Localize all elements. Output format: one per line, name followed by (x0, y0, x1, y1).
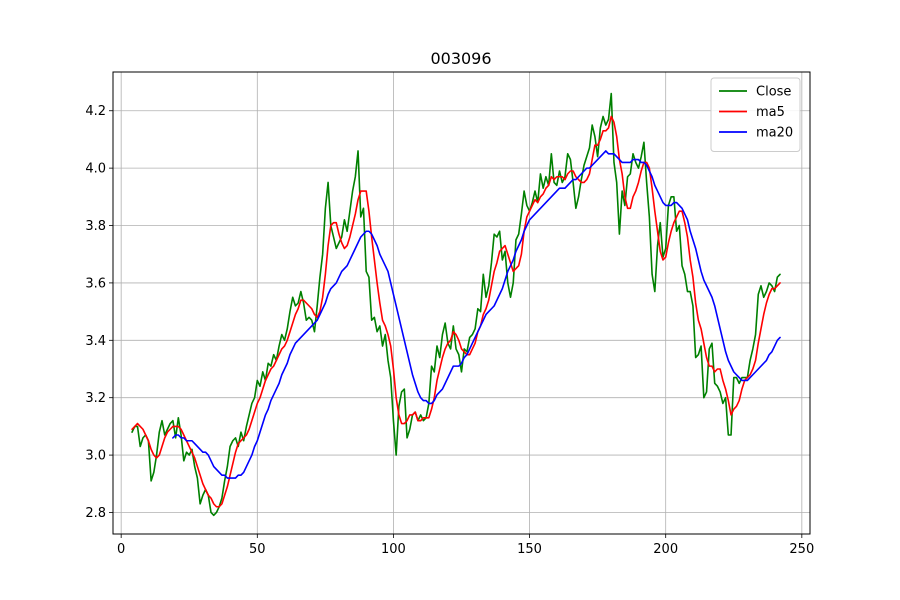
y-tick-label: 4.2 (85, 104, 106, 119)
y-tick-label: 4.0 (85, 162, 106, 177)
x-tick-label: 200 (653, 542, 678, 557)
legend-label-ma5: ma5 (756, 105, 785, 120)
y-tick-label: 3.0 (85, 449, 106, 464)
x-tick-label: 150 (517, 542, 542, 557)
y-tick-label: 2.8 (85, 506, 106, 521)
chart-title: 003096 (430, 49, 491, 68)
legend: Close ma5 ma20 (710, 77, 801, 152)
y-tick-label: 3.8 (85, 219, 106, 234)
y-tick-label: 3.4 (85, 334, 106, 349)
chart-container: 003096 0 50 100 150 200 250 2.8 3.0 3.2 3.4 3.6 3.8… (0, 0, 900, 600)
x-tick-label: 50 (249, 542, 266, 557)
x-tick-label: 0 (117, 542, 125, 557)
x-tick-label: 100 (381, 542, 406, 557)
line-chart: 003096 0 50 100 150 200 250 2.8 3.0 3.2 3.4 3.6 3.8… (0, 0, 900, 600)
y-tick-label: 3.2 (85, 391, 106, 406)
x-tick-label: 250 (789, 542, 814, 557)
legend-label-ma20: ma20 (756, 126, 793, 141)
legend-label-close: Close (756, 85, 791, 100)
y-tick-label: 3.6 (85, 276, 106, 291)
